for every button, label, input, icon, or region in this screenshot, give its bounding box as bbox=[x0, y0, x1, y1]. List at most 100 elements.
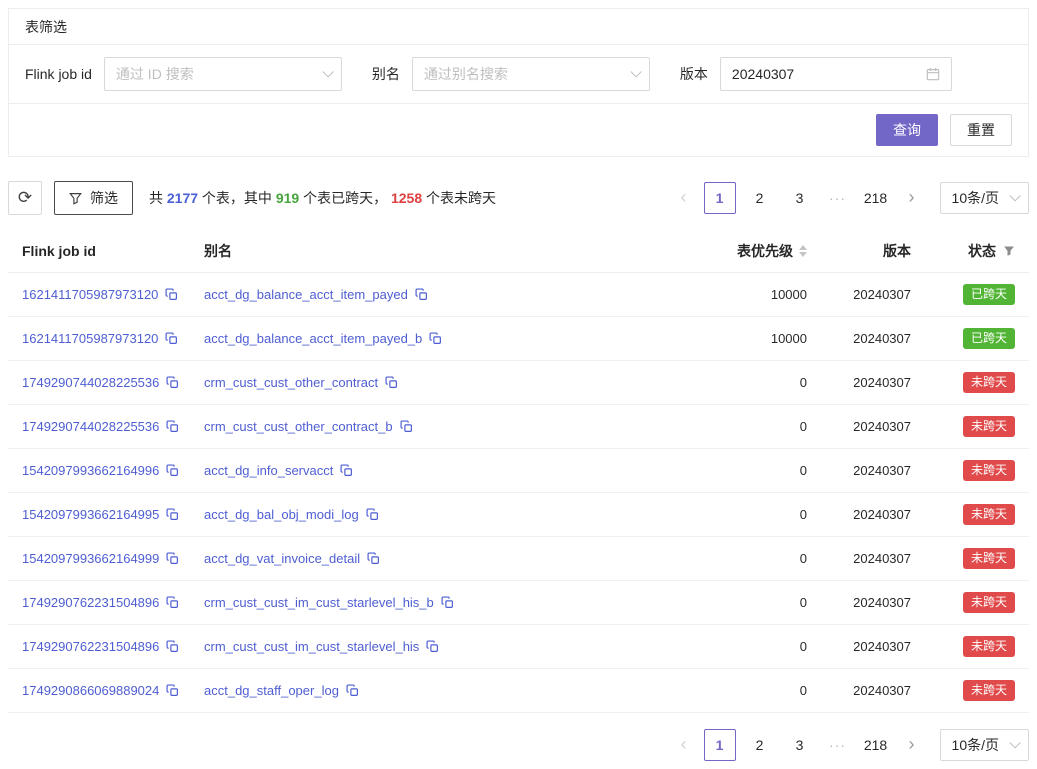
table-row: 1621411705987973120 acct_dg_balance_acct_… bbox=[8, 273, 1029, 317]
summary-not-crossed: 1258 bbox=[391, 190, 422, 206]
next-page-button[interactable]: › bbox=[900, 729, 924, 761]
page-button-2[interactable]: 2 bbox=[744, 729, 776, 761]
copy-icon[interactable] bbox=[340, 464, 353, 477]
alias-link[interactable]: acct_dg_balance_acct_item_payed_b bbox=[204, 331, 422, 346]
cell-priority: 0 bbox=[675, 551, 807, 566]
header-alias[interactable]: 别名 bbox=[204, 241, 675, 261]
copy-icon[interactable] bbox=[166, 640, 179, 653]
alias-link[interactable]: crm_cust_cust_im_cust_starlevel_his bbox=[204, 639, 419, 654]
flink-job-id-link[interactable]: 1749290762231504896 bbox=[22, 595, 159, 610]
flink-job-id-link[interactable]: 1621411705987973120 bbox=[22, 331, 158, 346]
sort-icon[interactable] bbox=[799, 245, 807, 257]
page-button-1[interactable]: 1 bbox=[704, 729, 736, 761]
alias-link[interactable]: acct_dg_balance_acct_item_payed bbox=[204, 287, 408, 302]
cell-status: 未跨天 bbox=[911, 548, 1029, 569]
flink-job-id-link[interactable]: 1749290744028225536 bbox=[22, 419, 159, 434]
page-button-3[interactable]: 3 bbox=[784, 182, 816, 214]
copy-icon[interactable] bbox=[166, 596, 179, 609]
table-row: 1749290744028225536 crm_cust_cust_other_c… bbox=[8, 361, 1029, 405]
page-size-select[interactable]: 10条/页 bbox=[940, 729, 1029, 761]
cell-alias: acct_dg_staff_oper_log bbox=[204, 683, 675, 698]
page-button-2[interactable]: 2 bbox=[744, 182, 776, 214]
copy-icon[interactable] bbox=[346, 684, 359, 697]
prev-page-button[interactable]: ‹ bbox=[672, 182, 696, 214]
alias-link[interactable]: acct_dg_info_servacct bbox=[204, 463, 333, 478]
copy-icon[interactable] bbox=[366, 508, 379, 521]
copy-icon[interactable] bbox=[166, 376, 179, 389]
header-priority[interactable]: 表优先级 bbox=[675, 241, 807, 261]
version-date-input[interactable] bbox=[732, 66, 902, 82]
pagination-bottom: ‹ 1 2 3 ··· 218 › 10条/页 bbox=[672, 729, 1029, 761]
flink-job-id-link[interactable]: 1621411705987973120 bbox=[22, 287, 158, 302]
copy-icon[interactable] bbox=[166, 464, 179, 477]
cell-status: 未跨天 bbox=[911, 636, 1029, 657]
header-flink-job-id[interactable]: Flink job id bbox=[8, 243, 204, 259]
copy-icon[interactable] bbox=[367, 552, 380, 565]
page-button-last[interactable]: 218 bbox=[860, 729, 892, 761]
alias-link[interactable]: crm_cust_cust_other_contract bbox=[204, 375, 378, 390]
flink-job-id-link[interactable]: 1542097993662164996 bbox=[22, 463, 159, 478]
flink-job-id-select[interactable]: 通过 ID 搜索 bbox=[104, 57, 342, 91]
page-ellipsis[interactable]: ··· bbox=[824, 737, 852, 753]
cell-flink-job-id: 1542097993662164999 bbox=[8, 551, 204, 566]
page-button-3[interactable]: 3 bbox=[784, 729, 816, 761]
cell-priority: 0 bbox=[675, 463, 807, 478]
prev-page-button[interactable]: ‹ bbox=[672, 729, 696, 761]
table-header: Flink job id 别名 表优先级 版本 状态 bbox=[8, 229, 1029, 273]
query-button[interactable]: 查询 bbox=[876, 114, 938, 146]
header-status[interactable]: 状态 bbox=[911, 241, 1029, 261]
table-row: 1749290762231504896 crm_cust_cust_im_cust… bbox=[8, 581, 1029, 625]
status-badge: 未跨天 bbox=[963, 548, 1015, 569]
version-date-picker[interactable] bbox=[720, 57, 952, 91]
reset-button[interactable]: 重置 bbox=[950, 114, 1012, 146]
copy-icon[interactable] bbox=[385, 376, 398, 389]
flink-job-id-link[interactable]: 1749290744028225536 bbox=[22, 375, 159, 390]
page-ellipsis[interactable]: ··· bbox=[824, 190, 852, 206]
filter-funnel-icon[interactable] bbox=[1003, 245, 1015, 257]
page-button-last[interactable]: 218 bbox=[860, 182, 892, 214]
cell-alias: acct_dg_balance_acct_item_payed bbox=[204, 287, 675, 302]
copy-icon[interactable] bbox=[165, 332, 178, 345]
copy-icon[interactable] bbox=[441, 596, 454, 609]
status-badge: 已跨天 bbox=[963, 328, 1015, 349]
alias-link[interactable]: acct_dg_bal_obj_modi_log bbox=[204, 507, 359, 522]
alias-select[interactable]: 通过别名搜索 bbox=[412, 57, 650, 91]
copy-icon[interactable] bbox=[166, 684, 179, 697]
copy-icon[interactable] bbox=[400, 420, 413, 433]
flink-job-id-link[interactable]: 1749290866069889024 bbox=[22, 683, 159, 698]
cell-alias: crm_cust_cust_other_contract_b bbox=[204, 419, 675, 434]
cell-version: 20240307 bbox=[807, 507, 911, 522]
copy-icon[interactable] bbox=[166, 420, 179, 433]
copy-icon[interactable] bbox=[426, 640, 439, 653]
flink-job-id-link[interactable]: 1542097993662164995 bbox=[22, 507, 159, 522]
page-size-select[interactable]: 10条/页 bbox=[940, 182, 1029, 214]
cell-version: 20240307 bbox=[807, 683, 911, 698]
copy-icon[interactable] bbox=[166, 552, 179, 565]
chevron-down-icon bbox=[1009, 190, 1020, 201]
results-table: Flink job id 别名 表优先级 版本 状态 1621411705987… bbox=[8, 229, 1029, 713]
cell-flink-job-id: 1749290744028225536 bbox=[8, 419, 204, 434]
copy-icon[interactable] bbox=[429, 332, 442, 345]
copy-icon[interactable] bbox=[165, 288, 178, 301]
table-row: 1542097993662164995 acct_dg_bal_obj_modi_… bbox=[8, 493, 1029, 537]
status-badge: 未跨天 bbox=[963, 592, 1015, 613]
cell-alias: crm_cust_cust_other_contract bbox=[204, 375, 675, 390]
alias-link[interactable]: crm_cust_cust_im_cust_starlevel_his_b bbox=[204, 595, 434, 610]
next-page-button[interactable]: › bbox=[900, 182, 924, 214]
page-size-value: 10条/页 bbox=[952, 188, 999, 208]
alias-link[interactable]: crm_cust_cust_other_contract_b bbox=[204, 419, 393, 434]
refresh-button[interactable]: ⟳ bbox=[8, 181, 42, 215]
header-version[interactable]: 版本 bbox=[807, 241, 911, 261]
cell-priority: 0 bbox=[675, 507, 807, 522]
filter-toggle-button[interactable]: 筛选 bbox=[54, 181, 133, 215]
cell-status: 未跨天 bbox=[911, 592, 1029, 613]
flink-job-id-link[interactable]: 1749290762231504896 bbox=[22, 639, 159, 654]
alias-link[interactable]: acct_dg_staff_oper_log bbox=[204, 683, 339, 698]
cell-status: 未跨天 bbox=[911, 504, 1029, 525]
copy-icon[interactable] bbox=[166, 508, 179, 521]
flink-job-id-link[interactable]: 1542097993662164999 bbox=[22, 551, 159, 566]
page-button-1[interactable]: 1 bbox=[704, 182, 736, 214]
alias-link[interactable]: acct_dg_vat_invoice_detail bbox=[204, 551, 360, 566]
copy-icon[interactable] bbox=[415, 288, 428, 301]
version-label: 版本 bbox=[680, 64, 708, 84]
